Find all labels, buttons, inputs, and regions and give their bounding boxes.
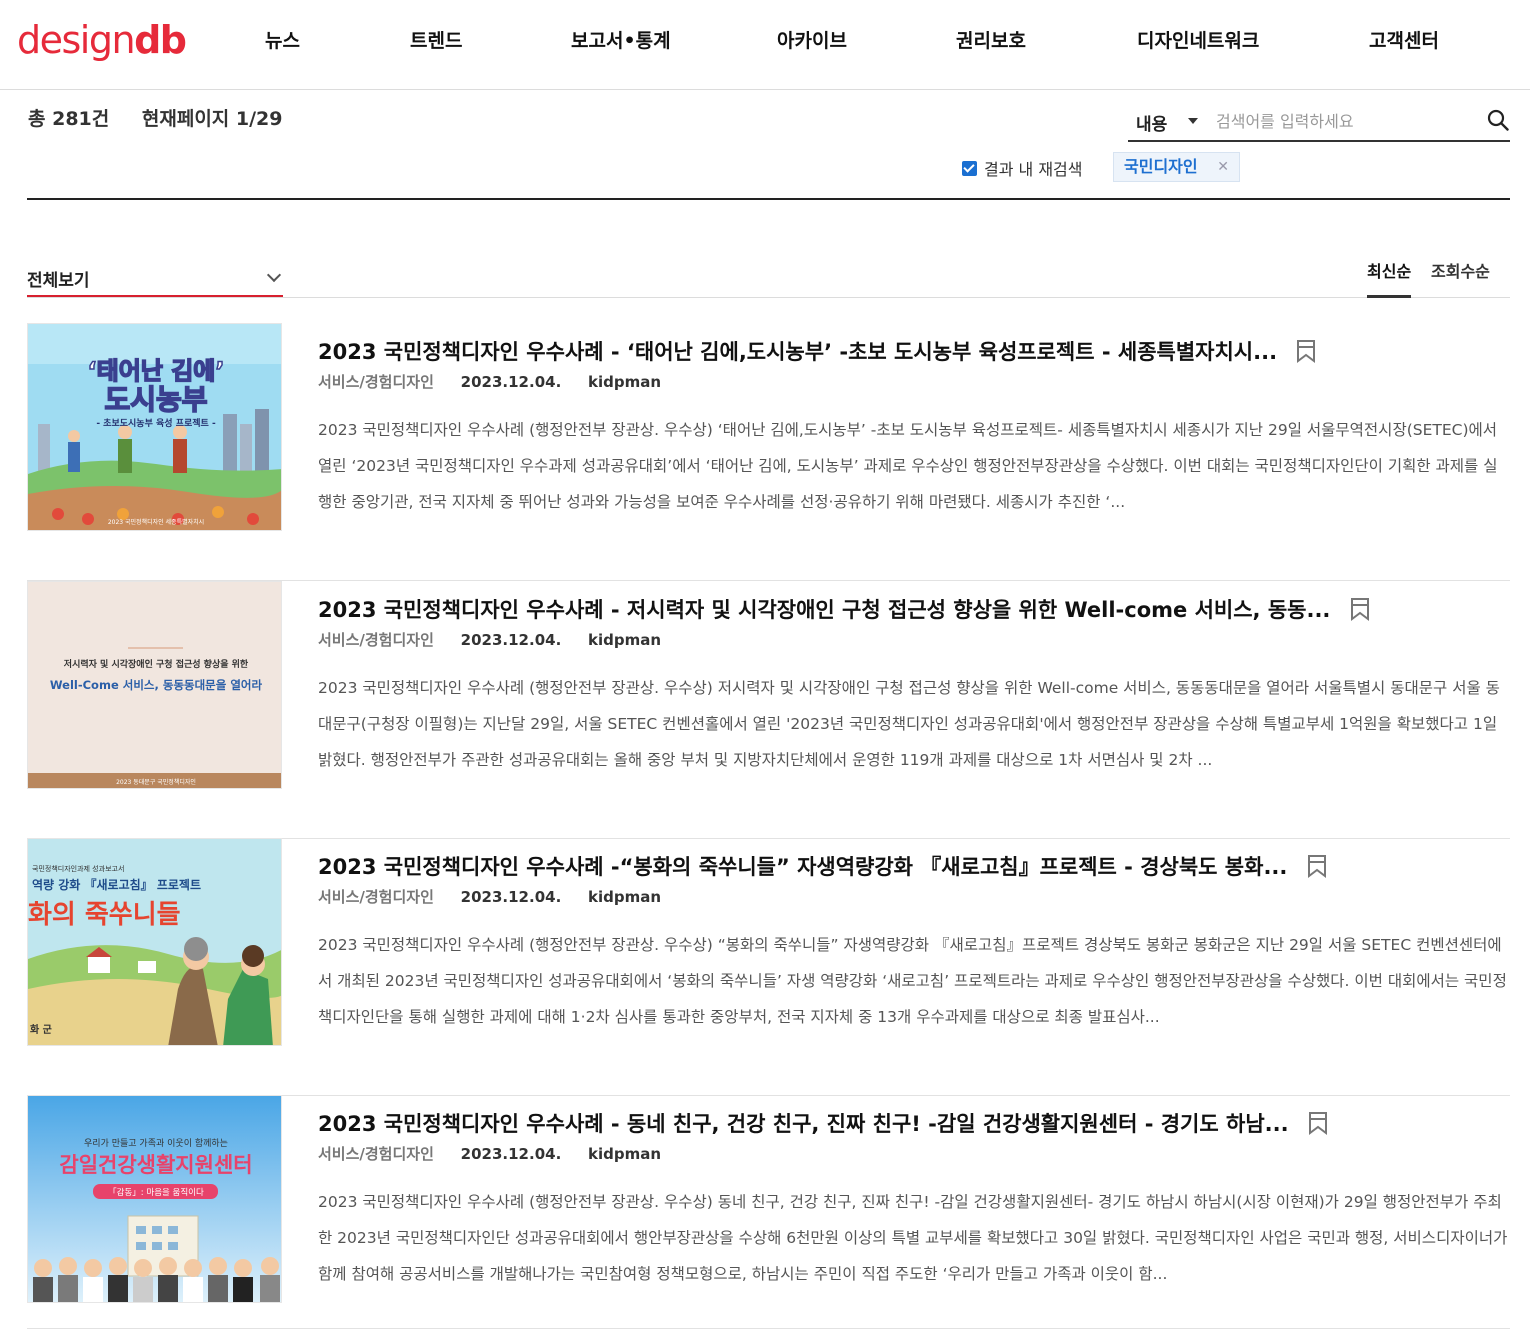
article-thumbnail[interactable]: 우리가 만들고 가족과 이웃이 함께하는 감일건강생활지원센터 「감동」: 마음… bbox=[27, 1095, 282, 1303]
category-filter-dropdown[interactable]: 전체보기 bbox=[27, 262, 283, 298]
search-keyword-tag: 국민디자인 ✕ bbox=[1113, 152, 1240, 182]
refine-label: 결과 내 재검색 bbox=[984, 160, 1083, 179]
article-excerpt[interactable]: 2023 국민정책디자인 우수사례 (행정안전부 장관상. 우수상) 동네 친구… bbox=[318, 1184, 1510, 1292]
article-title[interactable]: 2023 국민정책디자인 우수사례 -“봉화의 죽쑤니들” 자생역량강화 『새로… bbox=[318, 852, 1327, 882]
article-title[interactable]: 2023 국민정책디자인 우수사례 - ‘태어난 김에,도시농부’ -초보 도시… bbox=[318, 337, 1316, 367]
thumb-title-line2: 감일건강생활지원센터 bbox=[59, 1153, 252, 1177]
search-input[interactable] bbox=[1216, 107, 1476, 135]
article-date: 2023.12.04. bbox=[460, 631, 562, 649]
thumbnail-image: 저시력자 및 시각장애인 구청 접근성 향상을 위한 Well-Come 서비스… bbox=[28, 582, 281, 788]
thumb-title-line2: Well-Come 서비스, 동동동대문을 열어라 bbox=[50, 678, 263, 692]
sort-latest[interactable]: 최신순 bbox=[1367, 262, 1412, 298]
article-date: 2023.12.04. bbox=[460, 373, 562, 391]
article-thumbnail[interactable]: 국민정책디자인과제 성과보고서 역량 강화 『새로고침』 프로젝트 화의 죽쑤니… bbox=[27, 838, 282, 1046]
article-item: 우리가 만들고 가족과 이웃이 함께하는 감일건강생활지원센터 「감동」: 마음… bbox=[27, 1095, 1510, 1329]
thumb-title-line1: ‘태어난 김에’ bbox=[88, 357, 225, 385]
nav-rights[interactable]: 권리보호 bbox=[956, 28, 1026, 54]
thumbnail-image: ‘태어난 김에’ 도시농부 - 초보도시농부 육성 프로젝트 - 2023 국민… bbox=[28, 324, 281, 530]
article-title[interactable]: 2023 국민정책디자인 우수사례 - 저시력자 및 시각장애인 구청 접근성 … bbox=[318, 595, 1370, 625]
nav-design-network[interactable]: 디자인네트워크 bbox=[1137, 28, 1259, 54]
thumb-title-line2: 역량 강화 『새로고침』 프로젝트 bbox=[32, 877, 201, 892]
thumbnail-image: 국민정책디자인과제 성과보고서 역량 강화 『새로고침』 프로젝트 화의 죽쑤니… bbox=[28, 839, 281, 1045]
thumb-footer: 화 군 bbox=[30, 1024, 52, 1036]
thumb-title-line1: 국민정책디자인과제 성과보고서 bbox=[32, 864, 124, 873]
thumb-footer: 2023 동대문구 국민정책디자인 bbox=[116, 778, 196, 786]
thumb-footer: 2023 국민정책디자인 세종특별자치시 bbox=[108, 518, 204, 526]
refine-search-toggle[interactable]: 결과 내 재검색 bbox=[962, 156, 1083, 180]
article-date: 2023.12.04. bbox=[460, 1145, 562, 1163]
article-author: kidpman bbox=[588, 631, 662, 649]
article-category: 서비스/경험디자인 bbox=[318, 631, 434, 649]
bookmark-icon[interactable] bbox=[1296, 339, 1316, 363]
thumb-title-line1: 우리가 만들고 가족과 이웃이 함께하는 bbox=[84, 1138, 228, 1149]
nav-trend[interactable]: 트렌드 bbox=[410, 28, 462, 54]
article-item: ‘태어난 김에’ 도시농부 - 초보도시농부 육성 프로젝트 - 2023 국민… bbox=[27, 323, 1510, 581]
thumb-subtitle: - 초보도시농부 육성 프로젝트 - bbox=[96, 417, 216, 429]
article-meta: 서비스/경험디자인 2023.12.04. kidpman bbox=[318, 886, 661, 908]
article-item: 저시력자 및 시각장애인 구청 접근성 향상을 위한 Well-Come 서비스… bbox=[27, 581, 1510, 839]
article-category: 서비스/경험디자인 bbox=[318, 373, 434, 391]
article-meta: 서비스/경험디자인 2023.12.04. kidpman bbox=[318, 371, 661, 393]
sort-views[interactable]: 조회수순 bbox=[1431, 262, 1490, 298]
refine-checkbox[interactable] bbox=[962, 161, 977, 176]
nav-reports[interactable]: 보고서•통계 bbox=[571, 28, 671, 54]
article-category: 서비스/경험디자인 bbox=[318, 888, 434, 906]
article-meta: 서비스/경험디자인 2023.12.04. kidpman bbox=[318, 1143, 661, 1165]
thumb-title-line2: 도시농부 bbox=[104, 383, 207, 416]
sort-divider bbox=[27, 297, 1510, 298]
filter-label: 전체보기 bbox=[27, 271, 90, 291]
thumbnail-image: 우리가 만들고 가족과 이웃이 함께하는 감일건강생활지원센터 「감동」: 마음… bbox=[28, 1096, 281, 1302]
section-divider bbox=[27, 198, 1510, 200]
bookmark-icon[interactable] bbox=[1308, 1111, 1328, 1135]
article-date: 2023.12.04. bbox=[460, 888, 562, 906]
article-author: kidpman bbox=[588, 888, 662, 906]
article-category: 서비스/경험디자인 bbox=[318, 1145, 434, 1163]
bookmark-icon[interactable] bbox=[1350, 597, 1370, 621]
thumb-subtitle: 「감동」: 마음을 움직이다 bbox=[108, 1187, 204, 1198]
caret-down-icon[interactable] bbox=[1188, 118, 1198, 124]
close-icon[interactable]: ✕ bbox=[1217, 153, 1229, 181]
article-excerpt[interactable]: 2023 국민정책디자인 우수사례 (행정안전부 장관상. 우수상) 저시력자 … bbox=[318, 670, 1510, 778]
article-title[interactable]: 2023 국민정책디자인 우수사례 - 동네 친구, 건강 친구, 진짜 친구!… bbox=[318, 1109, 1328, 1139]
search-scope-select[interactable]: 내용 bbox=[1136, 110, 1167, 135]
thumb-title-line1: 저시력자 및 시각장애인 구청 접근성 향상을 위한 bbox=[64, 658, 249, 670]
current-page: 현재페이지 1/29 bbox=[141, 108, 283, 130]
search-bar: 내용 bbox=[1128, 102, 1510, 142]
article-author: kidpman bbox=[588, 373, 662, 391]
article-meta: 서비스/경험디자인 2023.12.04. kidpman bbox=[318, 629, 661, 651]
nav-archive[interactable]: 아카이브 bbox=[777, 28, 847, 54]
site-header: designdb 뉴스 트렌드 보고서•통계 아카이브 권리보호 디자인네트워크… bbox=[0, 0, 1530, 90]
nav-news[interactable]: 뉴스 bbox=[265, 28, 300, 54]
article-thumbnail[interactable]: ‘태어난 김에’ 도시농부 - 초보도시농부 육성 프로젝트 - 2023 국민… bbox=[27, 323, 282, 531]
tag-label: 국민디자인 bbox=[1124, 157, 1198, 176]
thumb-title-line3: 화의 죽쑤니들 bbox=[28, 900, 181, 930]
chevron-down-icon bbox=[266, 267, 282, 283]
bookmark-icon[interactable] bbox=[1307, 854, 1327, 878]
article-thumbnail[interactable]: 저시력자 및 시각장애인 구청 접근성 향상을 위한 Well-Come 서비스… bbox=[27, 581, 282, 789]
article-item: 국민정책디자인과제 성과보고서 역량 강화 『새로고침』 프로젝트 화의 죽쑤니… bbox=[27, 838, 1510, 1096]
result-summary: 총 281건 현재페이지 1/29 bbox=[28, 106, 309, 132]
main-nav: 뉴스 트렌드 보고서•통계 아카이브 권리보호 디자인네트워크 고객센터 bbox=[0, 28, 1530, 58]
article-author: kidpman bbox=[588, 1145, 662, 1163]
article-excerpt[interactable]: 2023 국민정책디자인 우수사례 (행정안전부 장관상. 우수상) ‘태어난 … bbox=[318, 412, 1510, 520]
total-count: 총 281건 bbox=[28, 108, 110, 130]
nav-customer-center[interactable]: 고객센터 bbox=[1369, 28, 1439, 54]
article-excerpt[interactable]: 2023 국민정책디자인 우수사례 (행정안전부 장관상. 우수상) “봉화의 … bbox=[318, 927, 1510, 1035]
search-icon[interactable] bbox=[1486, 108, 1510, 132]
